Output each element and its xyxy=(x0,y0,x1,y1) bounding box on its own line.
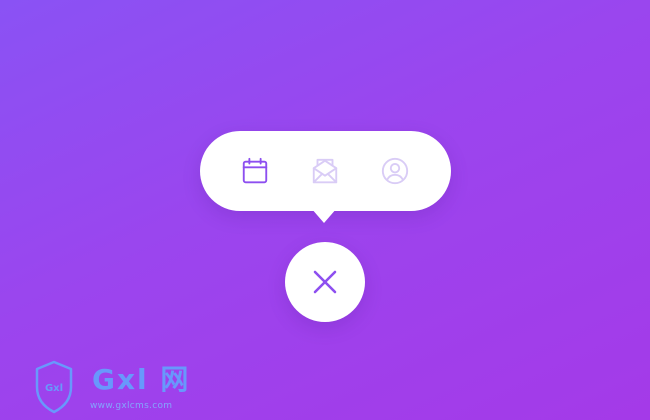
mail-open-icon xyxy=(312,158,338,184)
site-watermark: Gxl Gxl 网 www.gxlcms.com xyxy=(34,360,234,416)
watermark-url: www.gxlcms.com xyxy=(90,401,173,411)
menu-item-calendar[interactable] xyxy=(239,155,271,187)
close-menu-button[interactable] xyxy=(285,242,365,322)
shield-logo: Gxl xyxy=(34,360,74,414)
menu-item-mail[interactable] xyxy=(309,155,341,187)
shield-logo-text: Gxl xyxy=(45,383,63,394)
action-menu-pointer xyxy=(311,208,337,223)
app-canvas: Gxl Gxl 网 www.gxlcms.com xyxy=(0,0,650,420)
menu-item-profile[interactable] xyxy=(379,155,411,187)
user-profile-icon xyxy=(381,157,409,185)
calendar-icon xyxy=(242,157,268,184)
close-icon xyxy=(313,270,337,294)
watermark-brand: Gxl 网 xyxy=(92,363,191,396)
